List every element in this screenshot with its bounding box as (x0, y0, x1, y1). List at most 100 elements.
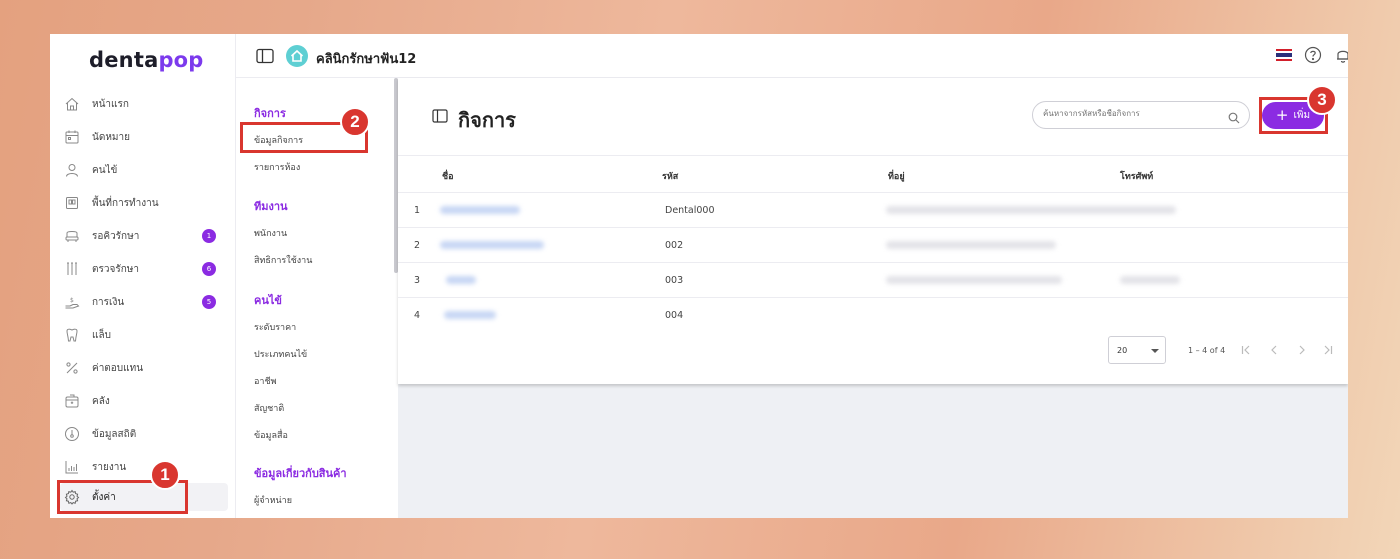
blurred-phone (1120, 276, 1180, 284)
submenu-heading: ข้อมูลเกี่ยวกับสินค้า (254, 467, 347, 480)
business-card: กิจการ + เพิ่ม ชื่อ รหัส ที่อยู่ โทรศัพท… (398, 78, 1348, 384)
sidebar-item-label: ข้อมูลสถิติ (92, 428, 137, 440)
last-page-icon[interactable] (1322, 341, 1334, 360)
column-header-address[interactable]: ที่อยู่ (888, 169, 905, 183)
notification-bell-icon[interactable] (1334, 46, 1348, 64)
column-header-phone[interactable]: โทรศัพท์ (1120, 169, 1153, 183)
sidebar: dentapop หน้าแรก นัดหมาย คนไข้ พื้นที่กา… (50, 34, 236, 518)
sidebar-item-label: แล็บ (92, 329, 111, 341)
row-index: 1 (414, 205, 421, 216)
blurred-name (440, 206, 520, 214)
step-marker-1: 1 (150, 460, 180, 490)
submenu-item-permissions[interactable]: สิทธิการใช้งาน (254, 253, 312, 267)
row-index: 2 (414, 240, 421, 251)
sidebar-item-label: หน้าแรก (92, 98, 129, 110)
count-badge: 6 (202, 262, 216, 276)
user-icon (62, 160, 82, 180)
table-row[interactable]: 2 002 (398, 228, 1348, 263)
thai-flag-icon[interactable] (1276, 49, 1292, 61)
page-size-select[interactable]: 20 (1108, 336, 1166, 364)
submenu-item-rooms[interactable]: รายการห้อง (254, 160, 300, 174)
column-header-code[interactable]: รหัส (662, 169, 678, 183)
table-row[interactable]: 1 Dental000 (398, 193, 1348, 228)
sidebar-item-appointments[interactable]: นัดหมาย (60, 123, 228, 151)
blurred-name (446, 276, 476, 284)
sidebar-item-label: การเงิน (92, 296, 125, 308)
submenu-item-staff[interactable]: พนักงาน (254, 226, 287, 240)
submenu-item-media[interactable]: ข้อมูลสื่อ (254, 428, 288, 442)
sidebar-item-patients[interactable]: คนไข้ (60, 156, 228, 184)
sidebar-item-label: รอคิวรักษา (92, 230, 140, 242)
count-badge: 1 (202, 229, 216, 243)
row-index: 3 (414, 275, 421, 286)
pagination-range: 1 – 4 of 4 (1188, 346, 1226, 355)
row-code: 002 (665, 240, 684, 251)
sidebar-item-home[interactable]: หน้าแรก (60, 90, 228, 118)
sidebar-item-label: นัดหมาย (92, 131, 130, 143)
first-page-icon[interactable] (1240, 341, 1252, 360)
money-hand-icon: $ (62, 292, 82, 312)
workspace-icon (62, 193, 82, 213)
sidebar-item-treatment[interactable]: ตรวจรักษา 6 (60, 255, 228, 283)
clinic-home-icon (286, 45, 308, 67)
page-size-value: 20 (1117, 346, 1128, 355)
tooth-icon (62, 325, 82, 345)
blurred-name (444, 311, 496, 319)
column-header-name[interactable]: ชื่อ (442, 169, 454, 183)
submenu-heading: กิจการ (254, 107, 286, 120)
step-marker-3: 3 (1307, 85, 1337, 115)
page-title: กิจการ (458, 108, 516, 132)
calendar-icon (62, 127, 82, 147)
inventory-box-icon (62, 391, 82, 411)
svg-text:$: $ (70, 297, 74, 304)
table-header: ชื่อ รหัส ที่อยู่ โทรศัพท์ (398, 155, 1348, 193)
percent-icon (62, 358, 82, 378)
app-window: dentapop หน้าแรก นัดหมาย คนไข้ พื้นที่กา… (50, 34, 1348, 518)
search-box[interactable] (1032, 101, 1250, 129)
sidebar-item-commission[interactable]: ค่าตอบแทน (60, 354, 228, 382)
sidebar-item-label: ตรวจรักษา (92, 263, 139, 275)
logo[interactable]: dentapop (89, 48, 204, 72)
table-row[interactable]: 3 003 (398, 263, 1348, 298)
top-bar: คลินิกรักษาฟัน12 (236, 34, 1348, 78)
submenu-item-suppliers[interactable]: ผู้จำหน่าย (254, 493, 292, 507)
count-badge: 5 (202, 295, 216, 309)
clinic-name[interactable]: คลินิกรักษาฟัน12 (316, 48, 416, 69)
sidebar-item-statistics[interactable]: ข้อมูลสถิติ (60, 420, 228, 448)
step-marker-2: 2 (340, 107, 370, 137)
sidebar-item-label: รายงาน (92, 461, 127, 473)
search-input[interactable] (1043, 109, 1223, 118)
next-page-icon[interactable] (1296, 341, 1308, 360)
row-code: 004 (665, 310, 684, 321)
previous-page-icon[interactable] (1268, 341, 1280, 360)
submenu-item-price-level[interactable]: ระดับราคา (254, 320, 296, 334)
submenu-heading: คนไข้ (254, 294, 282, 307)
row-code: Dental000 (665, 205, 715, 216)
chevron-down-icon (1151, 349, 1159, 353)
logo-text-1: denta (89, 48, 159, 72)
help-icon[interactable] (1304, 46, 1322, 64)
panel-icon (432, 108, 448, 127)
sidebar-item-reports[interactable]: รายงาน (60, 453, 228, 481)
sidebar-item-finance[interactable]: $ การเงิน 5 (60, 288, 228, 316)
search-icon[interactable] (1228, 109, 1240, 128)
blurred-address (886, 276, 1062, 284)
dental-chair-icon (62, 226, 82, 246)
sidebar-item-waiting-queue[interactable]: รอคิวรักษา 1 (60, 222, 228, 250)
table-row[interactable]: 4 004 (398, 298, 1348, 333)
sidebar-item-inventory[interactable]: คลัง (60, 387, 228, 415)
row-index: 4 (414, 310, 421, 321)
blurred-address (886, 241, 1056, 249)
logo-text-2: pop (158, 48, 204, 72)
sidebar-item-lab[interactable]: แล็บ (60, 321, 228, 349)
submenu-item-nationality[interactable]: สัญชาติ (254, 401, 284, 415)
submenu-item-patient-type[interactable]: ประเภทคนไข้ (254, 347, 307, 361)
blurred-address (886, 206, 1176, 214)
thermometer-icon (62, 424, 82, 444)
sidebar-item-label: พื้นที่การทำงาน (92, 197, 159, 209)
sidebar-item-label: คลัง (92, 395, 110, 407)
dental-tools-icon (62, 259, 82, 279)
toggle-sidebar-icon[interactable] (256, 48, 274, 68)
sidebar-item-workspace[interactable]: พื้นที่การทำงาน (60, 189, 228, 217)
submenu-item-occupation[interactable]: อาชีพ (254, 374, 277, 388)
